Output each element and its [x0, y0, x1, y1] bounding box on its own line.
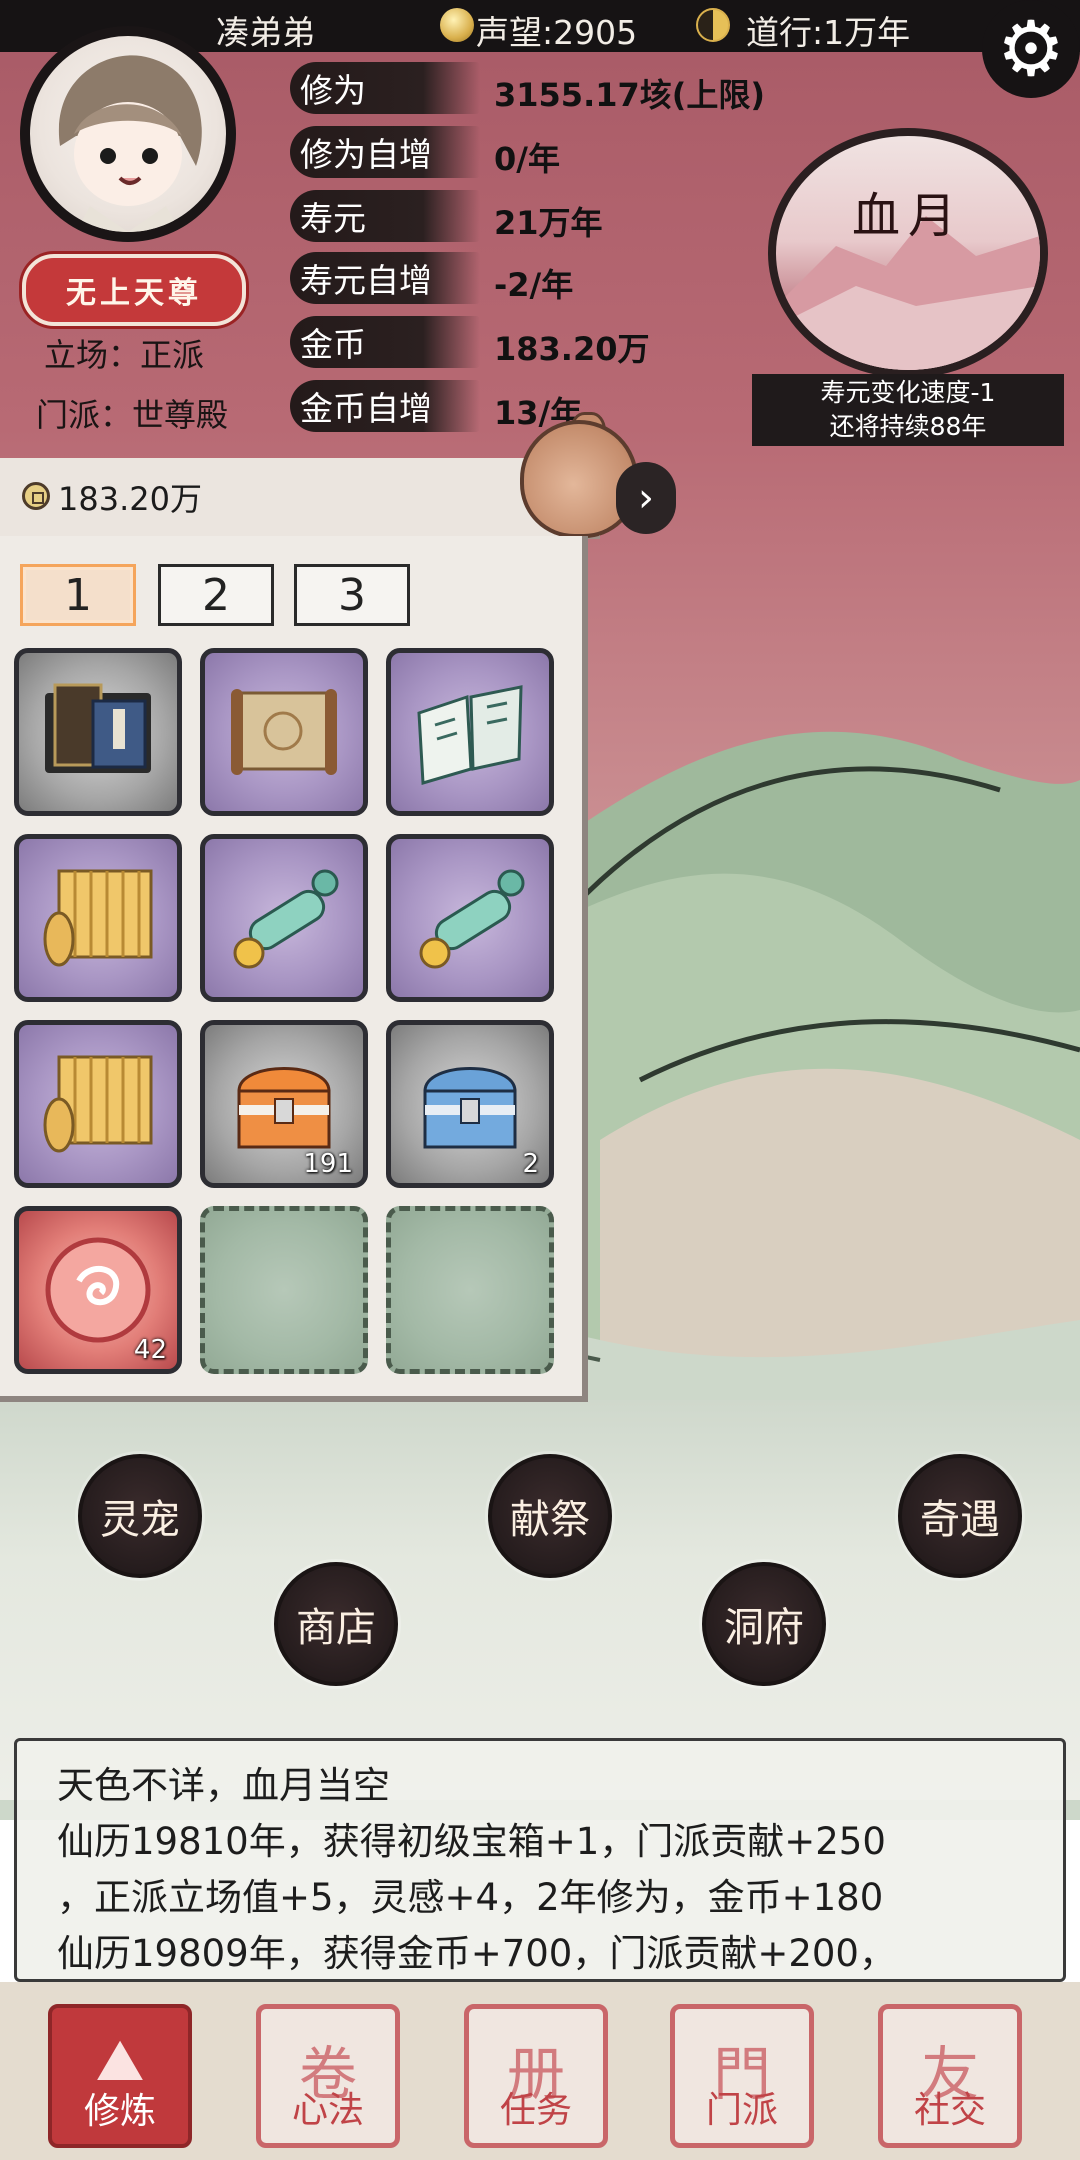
nav-social[interactable]: 友 社交	[878, 2004, 1022, 2148]
stat-cultivation-rate-label: 修为自增	[290, 126, 480, 178]
inventory-slot-bamboo-scroll-2[interactable]	[14, 1020, 182, 1188]
nav-label: 门派	[705, 2090, 778, 2131]
inventory-slot-scroll-map[interactable]	[200, 648, 368, 816]
inventory-slot-open-book[interactable]	[386, 648, 554, 816]
open-book-icon	[417, 685, 523, 785]
player-avatar[interactable]	[20, 26, 236, 242]
event-info-box: 寿元变化速度-1 还将持续88年	[752, 374, 1064, 446]
inventory-slot-blue-chest[interactable]: 2	[386, 1020, 554, 1188]
inventory-tab-1[interactable]: 1	[20, 564, 136, 626]
inventory-slot-book-box[interactable]	[14, 648, 182, 816]
inventory-slot-swirl-orb[interactable]: 42	[14, 1206, 182, 1374]
stat-gold-rate-label: 金币自增	[290, 380, 480, 432]
settings-button[interactable]: ⚙	[982, 0, 1080, 98]
rank-title-badge: 无上天尊	[22, 254, 246, 326]
player-name: 凑弟弟	[216, 13, 315, 52]
orange-chest-icon	[237, 1067, 331, 1149]
stat-gold-label: 金币	[290, 316, 480, 368]
inventory-slot-orange-chest[interactable]: 191	[200, 1020, 368, 1188]
stance-label: 立场：正派	[44, 336, 205, 374]
nav-label: 社交	[913, 2090, 986, 2131]
nav-sect[interactable]: 門 门派	[670, 2004, 814, 2148]
nav-label: 任务	[499, 2090, 572, 2131]
stat-lifespan-rate-value: -2/年	[494, 266, 574, 304]
gold-amount: 183.20万	[58, 480, 202, 518]
blue-chest-icon	[423, 1067, 517, 1149]
gear-icon: ⚙	[996, 4, 1066, 93]
offering-button[interactable]: 献祭	[488, 1454, 612, 1578]
stat-lifespan-value: 21万年	[494, 204, 603, 242]
stat-cultivation-label: 修为	[290, 62, 480, 114]
blood-moon-event[interactable]: 血月	[768, 128, 1048, 378]
nav-tasks[interactable]: 册 任务	[464, 2004, 608, 2148]
item-quantity: 2	[522, 1149, 539, 1179]
chibi-character-icon	[58, 55, 202, 232]
log-line: 仙历19810年，获得初级宝箱+1，门派贡献+250	[57, 1820, 886, 1863]
sect-label: 门派：世尊殿	[36, 396, 229, 434]
encounter-button[interactable]: 奇遇	[898, 1454, 1022, 1578]
stat-cultivation-value: 3155.17垓(上限)	[494, 76, 766, 114]
daoxing-value: 道行:1万年	[746, 13, 911, 52]
swirl-orb-icon	[45, 1237, 151, 1343]
bamboo-scroll-icon	[43, 1055, 153, 1153]
stat-cultivation-rate-value: 0/年	[494, 140, 560, 178]
item-quantity: 191	[303, 1149, 353, 1179]
inventory-tab-2[interactable]: 2	[158, 564, 274, 626]
log-line: 天色不详，血月当空	[57, 1764, 390, 1807]
event-log[interactable]: 天色不详，血月当空 仙历19810年，获得初级宝箱+1，门派贡献+250 ，正派…	[14, 1738, 1066, 1982]
stat-gold-value: 183.20万	[494, 330, 650, 368]
stat-lifespan-label: 寿元	[290, 190, 480, 242]
inventory-slot-bamboo-scroll[interactable]	[14, 834, 182, 1002]
reputation-value: 声望:2905	[476, 13, 638, 52]
inventory-slot-empty[interactable]	[386, 1206, 554, 1374]
cave-dwelling-button[interactable]: 洞府	[702, 1562, 826, 1686]
gold-bar: 183.20万	[0, 458, 600, 539]
book-box-icon	[45, 683, 151, 773]
scroll-map-icon	[231, 689, 337, 775]
event-effect-text: 寿元变化速度-1	[820, 378, 996, 407]
event-name: 血月	[851, 188, 964, 244]
reputation-coin-icon	[440, 8, 474, 42]
chevron-right-icon: ›	[638, 475, 654, 521]
red-mountain-scene	[776, 216, 1040, 370]
gold-coin-icon	[22, 482, 50, 510]
stat-lifespan-rate-label: 寿元自增	[290, 252, 480, 304]
nav-label: 修炼	[83, 2091, 156, 2132]
event-duration-text: 还将持续88年	[829, 412, 987, 441]
log-line: 仙历19809年，获得金币+700，门派贡献+200，	[57, 1932, 896, 1975]
inventory-slot-jade-scroll-2[interactable]	[386, 834, 554, 1002]
jade-scroll-icon	[419, 869, 525, 969]
inventory-slot-empty[interactable]	[200, 1206, 368, 1374]
bamboo-scroll-icon	[43, 869, 153, 967]
shop-button[interactable]: 商店	[274, 1562, 398, 1686]
nav-cultivate[interactable]: ⛰ 修炼	[48, 2004, 192, 2148]
nav-mind-method[interactable]: 卷 心法	[256, 2004, 400, 2148]
collapse-inventory-button[interactable]: ›	[616, 462, 676, 534]
item-quantity: 42	[133, 1335, 167, 1365]
inventory-tab-3[interactable]: 3	[294, 564, 410, 626]
jade-scroll-icon	[233, 869, 339, 969]
nav-label: 心法	[291, 2090, 364, 2131]
log-line: ，正派立场值+5，灵感+4，2年修为，金币+180	[57, 1876, 884, 1919]
spirit-pet-button[interactable]: 灵宠	[78, 1454, 202, 1578]
inventory-slot-jade-scroll[interactable]	[200, 834, 368, 1002]
yin-yang-icon	[696, 8, 730, 42]
